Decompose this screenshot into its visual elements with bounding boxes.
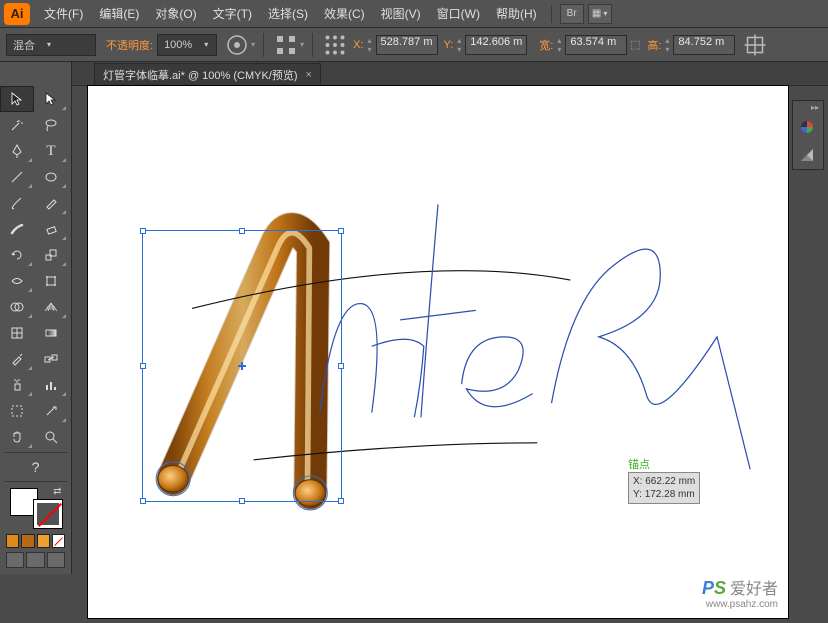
y-label: Y:: [444, 39, 454, 51]
transform-icon[interactable]: [743, 34, 767, 56]
swap-fill-stroke-icon[interactable]: ⇄: [53, 486, 61, 497]
lasso-tool[interactable]: [34, 112, 68, 138]
smart-guide-label: 锚点: [628, 456, 650, 472]
bridge-button[interactable]: Br: [560, 4, 584, 24]
xy-inputs: X: ▴▾528.787 m Y: ▴▾142.606 m: [349, 35, 527, 55]
recolor-artwork-icon[interactable]: [225, 34, 249, 56]
blend-mode-select[interactable]: 混合▾: [6, 34, 96, 56]
draw-behind[interactable]: [26, 552, 44, 568]
blend-tool[interactable]: [34, 346, 68, 372]
fill-stroke-control[interactable]: ⇄: [6, 486, 66, 530]
draw-inside[interactable]: [47, 552, 65, 568]
h-input[interactable]: 84.752 m: [673, 35, 735, 55]
swatch-4[interactable]: [52, 534, 65, 548]
menu-window[interactable]: 窗口(W): [429, 5, 488, 22]
reference-point-icon[interactable]: [323, 34, 347, 56]
right-panel-dock[interactable]: ▸▸: [792, 100, 824, 170]
y-input[interactable]: 142.606 m: [465, 35, 527, 55]
free-transform-tool[interactable]: [34, 268, 68, 294]
draw-normal[interactable]: [6, 552, 24, 568]
handle-bl[interactable]: [140, 498, 146, 504]
opacity-input[interactable]: 100%▾: [157, 34, 217, 56]
zoom-tool[interactable]: [34, 424, 68, 450]
hand-tool[interactable]: [0, 424, 34, 450]
selection-tool[interactable]: [0, 86, 34, 112]
document-tab-title: 灯管字体临摹.ai* @ 100% (CMYK/预览): [103, 67, 298, 83]
color-panel-icon[interactable]: [793, 113, 821, 141]
shape-tool[interactable]: [34, 164, 68, 190]
menu-effect[interactable]: 效果(C): [316, 5, 373, 22]
swatch-1[interactable]: [6, 534, 19, 548]
handle-tm[interactable]: [239, 228, 245, 234]
rotate-tool[interactable]: [0, 242, 34, 268]
stroke-swatch[interactable]: [34, 500, 62, 528]
handle-ml[interactable]: [140, 363, 146, 369]
gradient-tool[interactable]: [34, 320, 68, 346]
x-label: X:: [353, 39, 363, 51]
w-input[interactable]: 63.574 m: [565, 35, 627, 55]
menu-separator: [551, 5, 552, 23]
direct-selection-tool[interactable]: [34, 86, 68, 112]
wh-inputs: 宽: ▴▾63.574 m ⬚ 高: ▴▾84.752 m: [535, 35, 735, 55]
panel-grip[interactable]: ▸▸: [793, 101, 823, 113]
center-mark: [238, 362, 246, 370]
mesh-tool[interactable]: [0, 320, 34, 346]
link-wh-icon[interactable]: ⬚: [627, 35, 643, 55]
line-segment-tool[interactable]: [0, 164, 34, 190]
w-label: 宽:: [539, 37, 553, 53]
artboard[interactable]: 锚点 X: 662.22 mm Y: 172.28 mm PS爱好者 www.p…: [88, 86, 788, 618]
x-input[interactable]: 528.787 m: [376, 35, 438, 55]
menu-bar: Ai 文件(F) 编辑(E) 对象(O) 文字(T) 选择(S) 效果(C) 视…: [0, 0, 828, 28]
eraser-tool[interactable]: [34, 216, 68, 242]
control-bar: 混合▾ 不透明度: 100%▾ ▾ ▾ X: ▴▾528.787 m Y: ▴▾…: [0, 28, 828, 62]
canvas-area: 锚点 X: 662.22 mm Y: 172.28 mm PS爱好者 www.p…: [72, 86, 828, 618]
menu-type[interactable]: 文字(T): [205, 5, 260, 22]
draw-modes: [0, 552, 71, 574]
close-tab-icon[interactable]: ×: [306, 69, 312, 81]
symbol-sprayer-tool[interactable]: [0, 372, 34, 398]
script-path: [320, 204, 750, 469]
slice-tool[interactable]: [34, 398, 68, 424]
menu-select[interactable]: 选择(S): [260, 5, 316, 22]
shape-builder-tool[interactable]: [0, 294, 34, 320]
handle-tl[interactable]: [140, 228, 146, 234]
pencil-tool[interactable]: [34, 190, 68, 216]
tool-help[interactable]: ?: [0, 455, 71, 479]
handle-bm[interactable]: [239, 498, 245, 504]
handle-tr[interactable]: [338, 228, 344, 234]
opacity-label: 不透明度:: [106, 37, 153, 53]
swatch-2[interactable]: [21, 534, 34, 548]
menu-file[interactable]: 文件(F): [36, 5, 91, 22]
color-guide-panel-icon[interactable]: [793, 141, 821, 169]
coordinate-tooltip: X: 662.22 mm Y: 172.28 mm: [628, 472, 700, 504]
document-tab[interactable]: 灯管字体临摹.ai* @ 100% (CMYK/预览) ×: [94, 63, 321, 85]
width-tool[interactable]: [0, 268, 34, 294]
swatch-3[interactable]: [37, 534, 50, 548]
paintbrush-tool[interactable]: [0, 190, 34, 216]
menu-object[interactable]: 对象(O): [147, 5, 204, 22]
column-graph-tool[interactable]: [34, 372, 68, 398]
app-icon: Ai: [4, 3, 30, 25]
align-icon[interactable]: [274, 34, 298, 56]
eyedropper-tool[interactable]: [0, 346, 34, 372]
menu-help[interactable]: 帮助(H): [488, 5, 545, 22]
magic-wand-tool[interactable]: [0, 112, 34, 138]
pen-tool[interactable]: [0, 138, 34, 164]
menu-edit[interactable]: 编辑(E): [91, 5, 147, 22]
handle-mr[interactable]: [338, 363, 344, 369]
perspective-grid-tool[interactable]: [34, 294, 68, 320]
arrange-docs-button[interactable]: ▦▾: [588, 4, 612, 24]
color-swatches: [0, 534, 71, 552]
type-tool[interactable]: T: [34, 138, 68, 164]
artboard-tool[interactable]: [0, 398, 34, 424]
tab-bar: 灯管字体临摹.ai* @ 100% (CMYK/预览) ×: [0, 62, 828, 86]
h-label: 高:: [647, 37, 661, 53]
handle-br[interactable]: [338, 498, 344, 504]
blob-brush-tool[interactable]: [0, 216, 34, 242]
tools-panel: T ?: [0, 62, 72, 574]
watermark: PS爱好者 www.psahz.com: [702, 575, 778, 610]
selection-bounding-box[interactable]: [142, 230, 342, 502]
scale-tool[interactable]: [34, 242, 68, 268]
menu-view[interactable]: 视图(V): [373, 5, 429, 22]
